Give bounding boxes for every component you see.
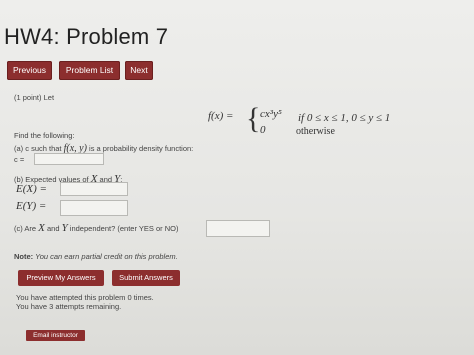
part-c-prefix: (c) Are [14, 224, 39, 233]
part-a-suffix: is a probability density function: [86, 144, 194, 153]
ey-input[interactable] [60, 200, 128, 216]
c-label: c = [14, 155, 25, 164]
ex-label: E(X) = [16, 183, 47, 195]
note-text: You can earn partial credit on this prob… [33, 252, 178, 261]
part-c-and: and [44, 224, 62, 233]
function-label: f(x) = [208, 110, 234, 122]
partial-credit-note: Note: You can earn partial credit on thi… [14, 252, 178, 261]
previous-button[interactable]: Previous [7, 61, 52, 80]
case2-condition: otherwise [296, 126, 335, 137]
email-instructor-button[interactable]: Email instructor [26, 330, 85, 341]
preview-answers-button[interactable]: Preview My Answers [18, 270, 104, 286]
next-button[interactable]: Next [125, 61, 153, 80]
note-bold: Note: [14, 252, 34, 261]
independence-input[interactable] [206, 220, 270, 237]
points-label: (1 point) Let [14, 93, 55, 102]
part-c-suffix: independent? (enter YES or NO) [67, 224, 179, 233]
problem-list-button[interactable]: Problem List [59, 61, 120, 80]
attempts-remaining: You have 3 attempts remaining. [16, 302, 122, 311]
part-a-prefix: (a) c such that [14, 144, 64, 153]
c-input[interactable] [34, 153, 104, 165]
part-c-text: (c) Are X and Y independent? (enter YES … [14, 222, 178, 234]
webwork-page: HW4: Problem 7 Previous Problem List Nex… [0, 0, 474, 355]
case1-condition: if 0 ≤ x ≤ 1, 0 ≤ y ≤ 1 [298, 112, 391, 124]
attempts-made: You have attempted this problem 0 times. [16, 293, 154, 302]
case1-expression: cx³y⁵ [260, 108, 282, 120]
cases-brace: { [246, 102, 261, 135]
ey-label-text: E(Y) = [16, 200, 47, 212]
submit-answers-button[interactable]: Submit Answers [112, 270, 180, 286]
part-c-x: X [38, 222, 45, 234]
find-following-label: Find the following: [14, 131, 75, 140]
ex-input[interactable] [60, 182, 128, 196]
ex-label-text: E(X) = [16, 183, 47, 195]
page-title: HW4: Problem 7 [4, 24, 169, 49]
case2-expression: 0 [260, 124, 266, 136]
ey-label: E(Y) = [16, 200, 46, 212]
